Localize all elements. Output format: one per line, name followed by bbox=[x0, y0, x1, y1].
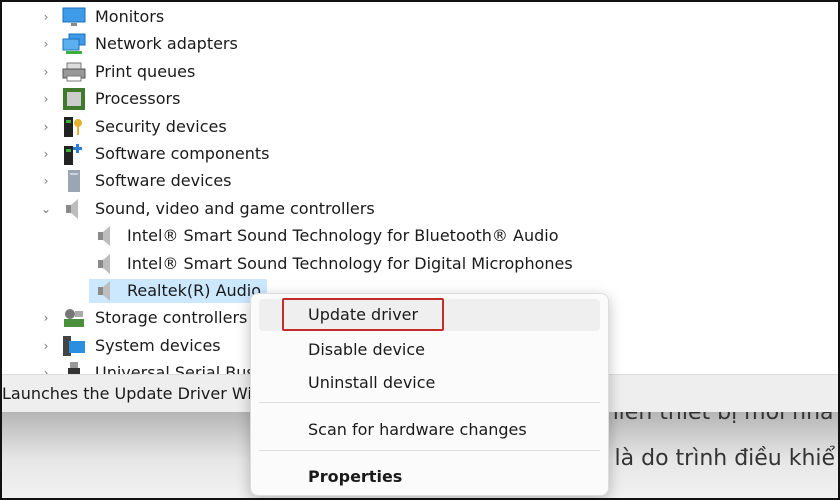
chevron-right-icon[interactable]: › bbox=[40, 174, 52, 188]
speaker-icon bbox=[94, 225, 118, 247]
speaker-icon bbox=[62, 198, 86, 220]
highlight-box bbox=[282, 298, 444, 331]
tree-item-label: Processors bbox=[95, 89, 181, 108]
processor-icon bbox=[62, 87, 86, 110]
status-text: Launches the Update Driver Wiz bbox=[2, 384, 261, 403]
tree-item-label: Software devices bbox=[95, 171, 232, 190]
tree-item[interactable]: ⌄ Sound, video and game controllers bbox=[41, 195, 375, 222]
menu-separator bbox=[259, 450, 600, 451]
network-icon bbox=[62, 33, 86, 55]
menu-separator bbox=[259, 402, 600, 403]
security-key-icon bbox=[62, 116, 86, 138]
tree-item-label: Monitors bbox=[95, 7, 165, 26]
menu-item-properties[interactable]: Properties bbox=[259, 461, 600, 493]
chevron-right-icon[interactable]: › bbox=[40, 37, 52, 51]
storage-icon bbox=[62, 307, 86, 329]
usb-icon bbox=[62, 361, 86, 374]
chevron-right-icon[interactable]: › bbox=[40, 311, 52, 325]
software-device-icon bbox=[62, 169, 86, 192]
tree-item[interactable]: › Monitors bbox=[44, 3, 165, 30]
system-icon bbox=[62, 335, 86, 357]
menu-item-scan-hardware[interactable]: Scan for hardware changes bbox=[259, 414, 600, 446]
tree-item-label: Intel® Smart Sound Technology for Digita… bbox=[127, 254, 573, 273]
tree-item-label: Print queues bbox=[95, 62, 196, 81]
tree-item[interactable]: › System devices bbox=[44, 332, 221, 359]
chevron-right-icon[interactable]: › bbox=[40, 10, 52, 24]
tree-item[interactable]: › Network adapters bbox=[44, 30, 238, 57]
tree-item-label: Security devices bbox=[95, 117, 227, 136]
printer-icon bbox=[62, 61, 86, 83]
article-text: ể là do trình điều khiể bbox=[594, 446, 836, 471]
tree-item[interactable]: Intel® Smart Sound Technology for Digita… bbox=[94, 250, 573, 277]
chevron-right-icon[interactable]: › bbox=[40, 120, 52, 134]
tree-item-label: Universal Serial Bus bbox=[95, 363, 255, 374]
menu-item-uninstall-device[interactable]: Uninstall device bbox=[259, 367, 600, 399]
tree-item[interactable]: Realtek(R) Audio bbox=[89, 277, 268, 304]
tree-item-label: Storage controllers bbox=[95, 308, 248, 327]
context-menu: Update driver Disable device Uninstall d… bbox=[250, 293, 609, 496]
tree-item[interactable]: › Processors bbox=[44, 85, 181, 112]
chevron-right-icon[interactable]: › bbox=[40, 92, 52, 106]
speaker-icon bbox=[94, 253, 118, 275]
chevron-down-icon[interactable]: ⌄ bbox=[40, 202, 52, 216]
tree-item-label: Network adapters bbox=[95, 34, 238, 53]
tree-item[interactable]: Intel® Smart Sound Technology for Blueto… bbox=[94, 222, 559, 249]
tree-item[interactable]: › Security devices bbox=[44, 113, 227, 140]
tree-item-label: System devices bbox=[95, 336, 221, 355]
article-text: khiển thiết bị mới nhấ bbox=[592, 412, 834, 425]
chevron-right-icon[interactable]: › bbox=[40, 366, 52, 375]
tree-item-label: Software components bbox=[95, 144, 270, 163]
chevron-right-icon[interactable]: › bbox=[40, 339, 52, 353]
speaker-icon bbox=[94, 280, 118, 302]
chevron-right-icon[interactable]: › bbox=[40, 147, 52, 161]
software-component-icon bbox=[62, 143, 86, 165]
tree-item[interactable]: › Print queues bbox=[44, 58, 196, 85]
chevron-right-icon[interactable]: › bbox=[40, 65, 52, 79]
tree-item[interactable]: › Storage controllers bbox=[44, 304, 248, 331]
tree-item[interactable]: › Software devices bbox=[44, 167, 232, 194]
tree-item-label: Intel® Smart Sound Technology for Blueto… bbox=[127, 226, 559, 245]
tree-item[interactable]: › Software components bbox=[44, 140, 270, 167]
menu-item-disable-device[interactable]: Disable device bbox=[259, 334, 600, 366]
tree-item-label: Sound, video and game controllers bbox=[95, 199, 375, 218]
monitor-icon bbox=[62, 6, 86, 28]
tree-item-label: Realtek(R) Audio bbox=[127, 281, 262, 300]
tree-item[interactable]: › Universal Serial Bus bbox=[44, 359, 255, 374]
